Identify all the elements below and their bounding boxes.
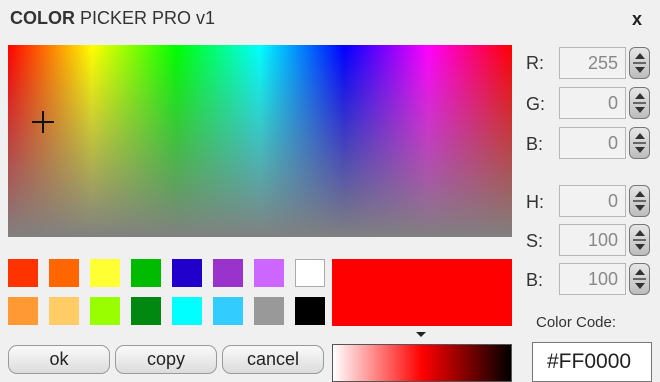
green-field[interactable] (559, 87, 626, 119)
window-title: COLOR PICKER PRO v1 (10, 8, 215, 29)
swatch-15[interactable] (254, 297, 284, 325)
hue-field[interactable] (559, 185, 626, 217)
spinner-divider (633, 200, 646, 202)
arrow-down-icon[interactable] (635, 107, 645, 113)
swatch-10[interactable] (49, 297, 79, 325)
spinner-divider (633, 278, 646, 280)
swatch-3[interactable] (90, 259, 120, 287)
crosshair-icon[interactable] (32, 111, 54, 133)
swatch-6[interactable] (213, 259, 243, 287)
color-code-label: Color Code: (536, 314, 617, 331)
arrow-up-icon[interactable] (635, 133, 645, 139)
color-spectrum-area[interactable] (8, 45, 512, 237)
saturation-label: S: (526, 231, 544, 251)
arrow-down-icon[interactable] (635, 244, 645, 250)
blue-field[interactable] (559, 127, 626, 159)
brightness-label: B: (526, 270, 544, 290)
title-rest-text: PICKER PRO v1 (80, 8, 216, 28)
ok-button[interactable]: ok (8, 345, 110, 374)
swatch-1[interactable] (8, 259, 38, 287)
red-label: R: (526, 53, 544, 73)
green-label: G: (526, 94, 546, 114)
arrow-down-icon[interactable] (635, 147, 645, 153)
saturation-field[interactable] (559, 224, 626, 256)
arrow-up-icon[interactable] (635, 53, 645, 59)
swatch-13[interactable] (172, 297, 202, 325)
swatch-4[interactable] (131, 259, 161, 287)
arrow-down-icon (416, 332, 426, 337)
swatch-9[interactable] (8, 297, 38, 325)
brightness-spinner[interactable] (629, 263, 650, 295)
cancel-button[interactable]: cancel (222, 345, 324, 374)
spinner-divider (633, 62, 646, 64)
swatch-8[interactable] (295, 259, 325, 287)
swatch-7[interactable] (254, 259, 284, 287)
copy-button[interactable]: copy (115, 345, 217, 374)
spinner-divider (633, 239, 646, 241)
swatch-16[interactable] (295, 297, 325, 325)
brightness-field[interactable] (559, 263, 626, 295)
arrow-up-icon[interactable] (635, 191, 645, 197)
red-spinner[interactable] (629, 47, 650, 79)
hue-label: H: (526, 192, 544, 212)
saturation-spinner[interactable] (629, 224, 650, 256)
spinner-divider (633, 102, 646, 104)
swatch-5[interactable] (172, 259, 202, 287)
swatch-14[interactable] (213, 297, 243, 325)
arrow-up-icon[interactable] (635, 230, 645, 236)
swatch-11[interactable] (90, 297, 120, 325)
swatch-2[interactable] (49, 259, 79, 287)
hue-spinner[interactable] (629, 185, 650, 217)
swatch-12[interactable] (131, 297, 161, 325)
arrow-down-icon[interactable] (635, 283, 645, 289)
blue-label: B: (526, 134, 544, 154)
color-code-field[interactable] (532, 342, 652, 382)
arrow-up-icon[interactable] (635, 93, 645, 99)
blue-spinner[interactable] (629, 127, 650, 159)
close-icon[interactable]: x (632, 9, 642, 30)
red-field[interactable] (559, 47, 626, 79)
spinner-divider (633, 142, 646, 144)
title-bold-text: COLOR (10, 8, 75, 28)
color-preview (332, 259, 512, 326)
shade-gradient-bar[interactable] (332, 344, 512, 382)
arrow-up-icon[interactable] (635, 269, 645, 275)
arrow-down-icon[interactable] (635, 205, 645, 211)
arrow-down-icon[interactable] (635, 67, 645, 73)
green-spinner[interactable] (629, 87, 650, 119)
